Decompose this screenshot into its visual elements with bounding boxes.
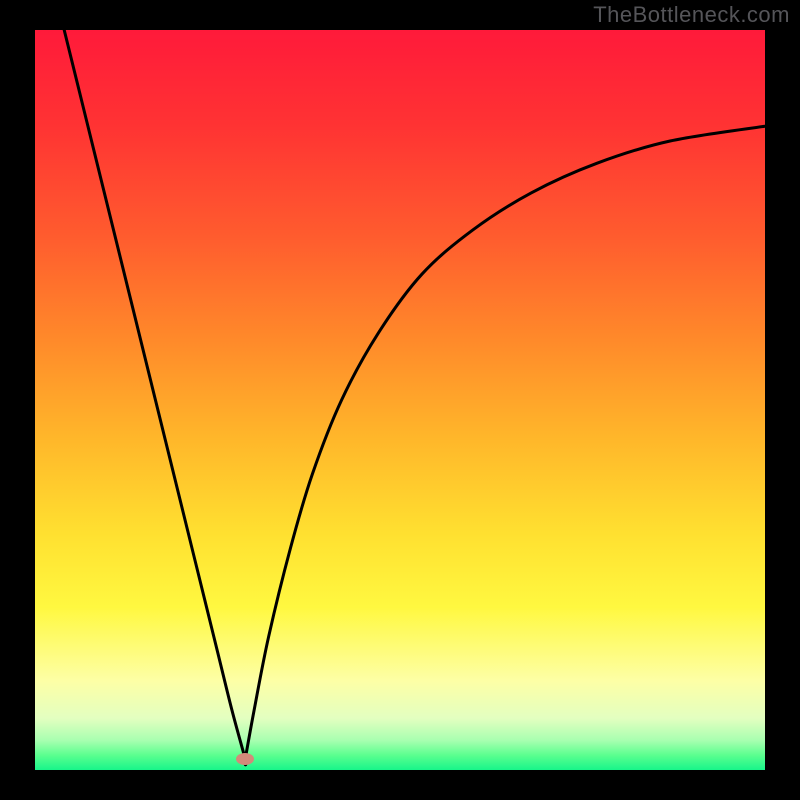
watermark-text: TheBottleneck.com [593,2,790,28]
chart-frame: TheBottleneck.com [0,0,800,800]
plot-area [35,30,765,770]
bottleneck-curve [35,30,765,770]
optimal-point-marker [236,753,254,765]
